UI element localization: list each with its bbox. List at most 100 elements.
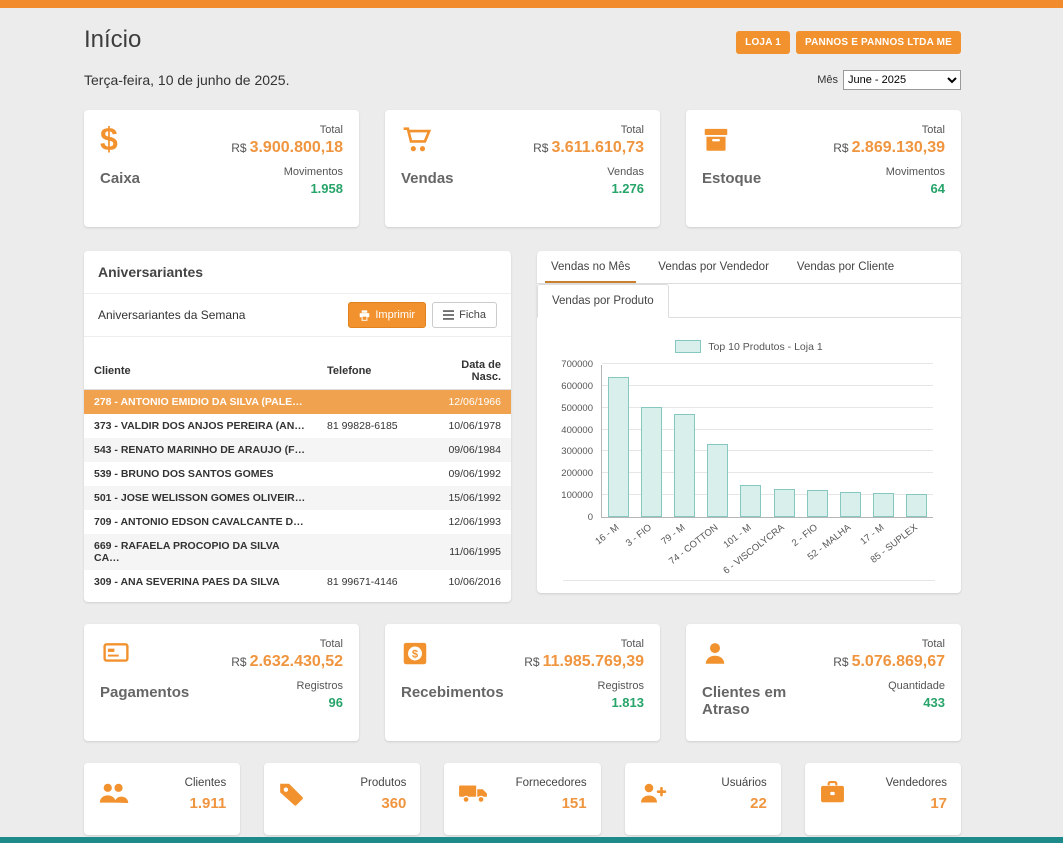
count-label: Registros	[297, 680, 343, 692]
y-tick-label: 400000	[561, 425, 593, 436]
birthdays-subtitle: Aniversariantes da Semana	[98, 308, 245, 322]
column-header-data: Data de Nasc.	[429, 353, 511, 390]
birthday-row[interactable]: 539 - BRUNO DOS SANTOS GOMES 09/06/1992	[84, 462, 511, 486]
birthday-row[interactable]: 543 - RENATO MARINHO DE ARAUJO (F… 09/06…	[84, 438, 511, 462]
summary-label: Vendedores	[886, 777, 947, 789]
tab-vendas-no-mes[interactable]: Vendas no Mês	[537, 251, 644, 283]
summary-value: 17	[930, 795, 947, 812]
summary-value: 360	[381, 795, 406, 812]
ficha-button[interactable]: Ficha	[432, 302, 497, 328]
summary-card-right: Fornecedores 151	[516, 777, 587, 812]
total-value: R$3.611.610,73	[533, 139, 644, 157]
y-tick-label: 0	[588, 512, 593, 523]
birthdays-table: Cliente Telefone Data de Nasc. 278 - ANT…	[84, 353, 511, 594]
sales-chart-panel: Vendas no Mês Vendas por Vendedor Vendas…	[537, 251, 961, 593]
tab-vendas-por-vendedor[interactable]: Vendas por Vendedor	[644, 251, 783, 283]
summary-value: 1.911	[189, 795, 226, 812]
stat-card-title: Estoque	[702, 170, 761, 187]
stat-card-left: Clientes em Atraso	[702, 638, 833, 727]
summary-label: Clientes	[185, 777, 227, 789]
print-button[interactable]: Imprimir	[348, 302, 426, 328]
month-filter: Mês June - 2025	[817, 70, 961, 90]
coin-icon: $	[401, 638, 429, 668]
stat-card-right: Total R$2.632.430,52 Registros 96	[231, 638, 343, 727]
tag-icon	[278, 781, 304, 807]
birthday-row[interactable]: 709 - ANTONIO EDSON CAVALCANTE D… 12/06/…	[84, 510, 511, 534]
column-header-telefone: Telefone	[317, 353, 429, 390]
stat-card-pagamentos: Pagamentos Total R$2.632.430,52 Registro…	[84, 624, 359, 741]
stat-card-right: Total R$5.076.869,67 Quantidade 433	[833, 638, 945, 727]
stat-card-recebimentos: $ Recebimentos Total R$11.985.769,39 Reg…	[385, 624, 660, 741]
total-label: Total	[922, 124, 945, 136]
total-value: R$2.632.430,52	[231, 653, 343, 671]
top-stat-cards: $ Caixa Total R$3.900.800,18 Movimentos …	[84, 110, 961, 227]
stat-card-vendas: Vendas Total R$3.611.610,73 Vendas 1.276	[385, 110, 660, 227]
birthday-row[interactable]: 278 - ANTONIO EMIDIO DA SILVA (PALE… 12/…	[84, 390, 511, 415]
panel-divider	[563, 580, 935, 581]
printer-icon	[359, 310, 370, 321]
page-header: Início LOJA 1 PANNOS E PANNOS LTDA ME	[84, 26, 961, 54]
gridline	[602, 363, 933, 364]
summary-card-right: Vendedores 17	[886, 777, 947, 812]
credit-card-icon	[100, 638, 132, 668]
company-button[interactable]: PANNOS E PANNOS LTDA ME	[796, 31, 961, 54]
stat-card-title: Pagamentos	[100, 684, 189, 701]
chart-bar	[707, 444, 728, 517]
stat-card-clientes-em-atraso: Clientes em Atraso Total R$5.076.869,67 …	[686, 624, 961, 741]
legend-swatch	[675, 340, 701, 353]
month-select[interactable]: June - 2025	[843, 70, 961, 90]
stat-card-left: $ Caixa	[100, 124, 140, 213]
column-header-cliente: Cliente	[84, 353, 317, 390]
summary-card-usuarios[interactable]: Usuários 22	[625, 763, 781, 835]
stat-card-left: Vendas	[401, 124, 454, 213]
birthday-row[interactable]: 501 - JOSE WELISSON GOMES OLIVEIR… 15/06…	[84, 486, 511, 510]
chart-tabs-row-2: Vendas por Produto	[537, 284, 961, 318]
bottom-stat-cards: Pagamentos Total R$2.632.430,52 Registro…	[84, 624, 961, 741]
count-value: 1.958	[310, 181, 343, 196]
chart-legend: Top 10 Produtos - Loja 1	[549, 340, 949, 353]
top-accent-bar	[0, 0, 1063, 8]
truck-icon	[458, 781, 488, 805]
chart-bar	[840, 492, 861, 517]
y-tick-label: 700000	[561, 359, 593, 370]
y-tick-label: 600000	[561, 381, 593, 392]
chart-title: Top 10 Produtos - Loja 1	[708, 341, 822, 353]
month-label: Mês	[817, 74, 838, 86]
total-value: R$5.076.869,67	[833, 653, 945, 671]
chart-tabs-row-1: Vendas no Mês Vendas por Vendedor Vendas…	[537, 251, 961, 284]
stat-card-title: Caixa	[100, 170, 140, 187]
birthday-row[interactable]: 309 - ANA SEVERINA PAES DA SILVA 81 9967…	[84, 570, 511, 594]
stat-card-title: Clientes em Atraso	[702, 684, 833, 718]
gridline	[602, 385, 933, 386]
tab-vendas-por-produto[interactable]: Vendas por Produto	[537, 284, 669, 318]
store-button[interactable]: LOJA 1	[736, 31, 790, 54]
birthday-row[interactable]: 669 - RAFAELA PROCOPIO DA SILVA CA… 11/0…	[84, 534, 511, 570]
tab-vendas-por-cliente[interactable]: Vendas por Cliente	[783, 251, 908, 283]
page-title: Início	[84, 26, 141, 54]
stat-card-estoque: Estoque Total R$2.869.130,39 Movimentos …	[686, 110, 961, 227]
birthday-row[interactable]: 373 - VALDIR DOS ANJOS PEREIRA (AN… 81 9…	[84, 414, 511, 438]
count-value: 96	[329, 695, 343, 710]
count-label: Movimentos	[886, 166, 945, 178]
summary-card-clientes[interactable]: Clientes 1.911	[84, 763, 240, 835]
total-value: R$2.869.130,39	[833, 139, 945, 157]
summary-value: 151	[562, 795, 587, 812]
bottom-accent-bar	[0, 837, 1063, 843]
chart-bar	[674, 414, 695, 517]
summary-card-vendedores[interactable]: Vendedores 17	[805, 763, 961, 835]
box-icon	[702, 124, 730, 154]
header-buttons: LOJA 1 PANNOS E PANNOS LTDA ME	[736, 31, 961, 54]
chart-bar	[906, 494, 927, 517]
summary-card-produtos[interactable]: Produtos 360	[264, 763, 420, 835]
total-value: R$11.985.769,39	[524, 653, 644, 671]
count-label: Movimentos	[284, 166, 343, 178]
bar-chart: 0100000200000300000400000500000600000700…	[549, 365, 949, 518]
stat-card-left: Pagamentos	[100, 638, 189, 727]
total-label: Total	[320, 638, 343, 650]
count-label: Vendas	[607, 166, 644, 178]
main-container: Início LOJA 1 PANNOS E PANNOS LTDA ME Te…	[84, 26, 961, 835]
count-label: Registros	[598, 680, 644, 692]
chart-bar	[608, 377, 629, 517]
chart-bar	[873, 493, 894, 517]
summary-card-fornecedores[interactable]: Fornecedores 151	[444, 763, 600, 835]
